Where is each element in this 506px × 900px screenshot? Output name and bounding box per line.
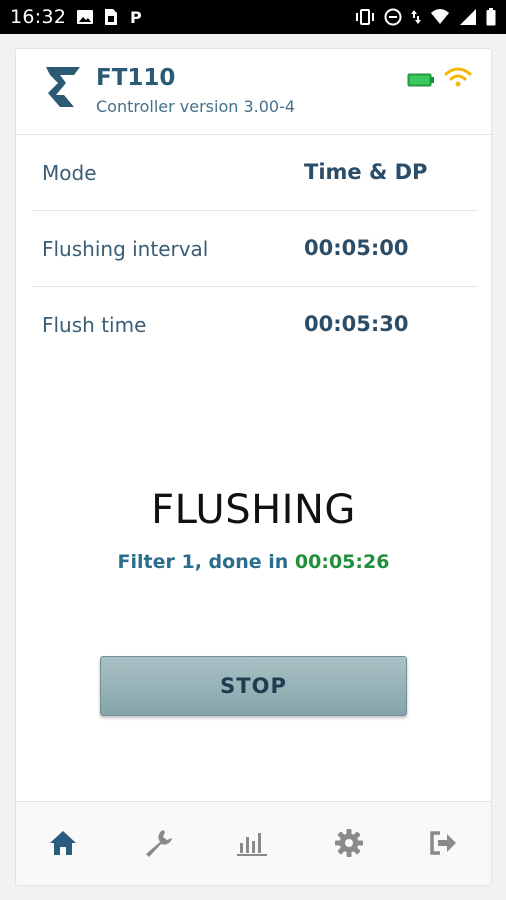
setting-label: Flush time — [42, 313, 147, 337]
image-icon — [77, 10, 93, 24]
time-remaining: 00:05:26 — [294, 551, 390, 573]
dnd-icon — [384, 8, 402, 26]
flushing-state: FLUSHING — [151, 487, 356, 533]
stop-button[interactable]: STOP — [100, 656, 407, 716]
nav-tools[interactable] — [141, 826, 175, 860]
bottom-nav — [16, 801, 491, 885]
setting-value: 00:05:30 — [304, 312, 409, 336]
chart-icon — [237, 833, 267, 856]
signal-icon — [431, 9, 449, 24]
setting-row-flushing-interval: Flushing interval 00:05:00 — [32, 211, 478, 287]
nav-statistics[interactable] — [235, 826, 269, 860]
battery-status-icon — [407, 73, 434, 87]
status-bar: 16:32 P — [0, 0, 506, 34]
flush-progress-text: Filter 1, done in 00:05:26 — [16, 551, 491, 573]
signal-icon — [460, 9, 476, 25]
gear-icon — [335, 829, 363, 857]
setting-row-flush-time: Flush time 00:05:30 — [32, 287, 478, 363]
notification-icons: P — [76, 8, 144, 26]
setting-value: Time & DP — [304, 160, 428, 184]
svg-text:P: P — [130, 8, 142, 26]
setting-label: Mode — [42, 161, 97, 185]
settings-list: Mode Time & DP Flushing interval 00:05:0… — [32, 135, 478, 363]
device-name: FT110 — [96, 65, 176, 91]
system-icons — [355, 8, 496, 26]
battery-icon — [486, 8, 496, 26]
p-icon: P — [130, 8, 142, 26]
setting-label: Flushing interval — [42, 237, 209, 261]
data-arrows-icon — [411, 10, 421, 24]
nav-home[interactable] — [46, 826, 80, 860]
wrench-icon — [146, 830, 172, 857]
vibrate-icon — [356, 9, 374, 25]
logout-icon — [430, 831, 456, 855]
device-header: FT110 Controller version 3.00-4 — [16, 49, 491, 135]
setting-value: 00:05:00 — [304, 236, 409, 260]
wifi-icon — [444, 67, 472, 87]
setting-row-mode: Mode Time & DP — [32, 135, 478, 211]
brand-logo — [46, 67, 80, 107]
status-time: 16:32 — [10, 6, 67, 28]
nav-settings[interactable] — [332, 826, 366, 860]
sim-icon — [105, 9, 117, 25]
filter-status: Filter 1, done in — [117, 551, 289, 573]
nav-logout[interactable] — [426, 826, 460, 860]
controller-card: FT110 Controller version 3.00-4 Mode Tim… — [15, 48, 492, 886]
controller-version: Controller version 3.00-4 — [96, 97, 296, 116]
home-icon — [50, 831, 76, 855]
